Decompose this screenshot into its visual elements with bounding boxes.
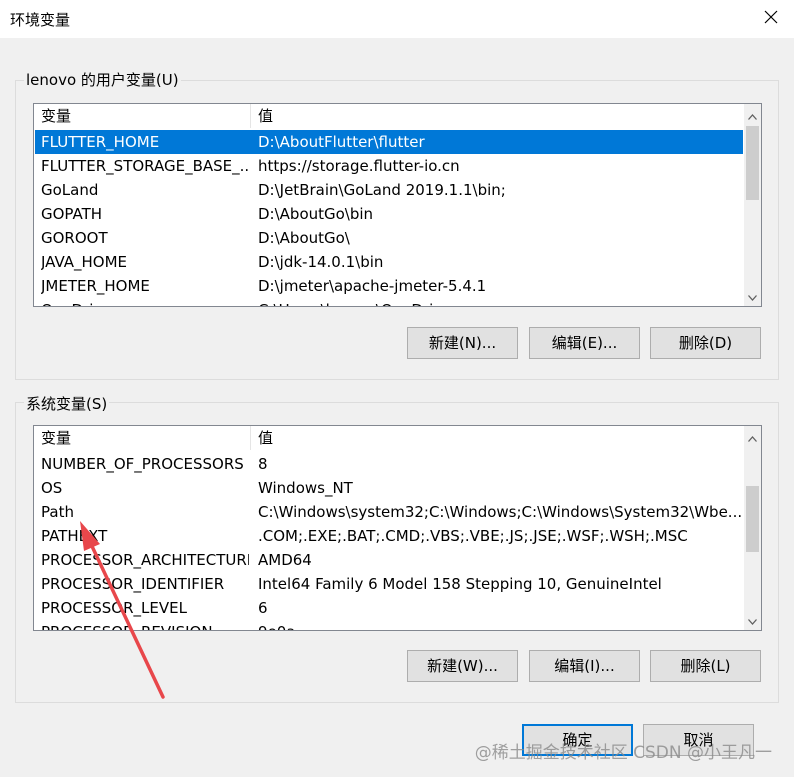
column-header-value[interactable]: 值 [251,426,741,450]
variable-value: D:\AboutGo\ [258,229,350,247]
variable-value: D:\jmeter\apache-jmeter-5.4.1 [258,277,487,295]
scroll-down-button[interactable] [744,287,761,304]
variable-value: AMD64 [258,551,312,569]
table-row[interactable]: JMETER_HOME D:\jmeter\apache-jmeter-5.4.… [35,274,743,298]
variable-name: OS [41,479,63,497]
close-button[interactable] [748,0,794,38]
scrollbar-thumb[interactable] [746,486,759,552]
variable-value: https://storage.flutter-io.cn [258,157,460,175]
table-row[interactable]: GOPATH D:\AboutGo\bin [35,202,743,226]
chevron-up-icon [748,106,757,124]
table-row[interactable]: NUMBER_OF_PROCESSORS 8 [35,452,743,476]
chevron-up-icon [748,428,757,446]
variable-name: GOPATH [41,205,103,223]
variable-value: D:\AboutFlutter\flutter [258,133,425,151]
variable-name: Path [41,503,74,521]
chevron-down-icon [748,611,757,629]
watermark: @稀土掘金技术社区 CSDN @小王凡一 [474,743,772,763]
variable-value: 6 [258,599,268,617]
variable-name: JAVA_HOME [41,253,128,271]
variable-name: GoLand [41,181,99,199]
variable-name: PROCESSOR_IDENTIFIER [41,575,225,593]
variable-value: D:\jdk-14.0.1\bin [258,253,384,271]
user-variables-list[interactable]: 变量 值 FLUTTER_HOME D:\AboutFlutter\flutte… [33,103,762,307]
scrollbar-thumb[interactable] [746,126,759,200]
list-header: 变量 值 [34,104,744,128]
user-edit-button[interactable]: 编辑(E)... [529,327,640,359]
user-new-button[interactable]: 新建(N)... [407,327,518,359]
table-row[interactable]: GoLand D:\JetBrain\GoLand 2019.1.1\bin; [35,178,743,202]
table-row[interactable]: PATHEXT .COM;.EXE;.BAT;.CMD;.VBS;.VBE;.J… [35,524,743,548]
variable-value: Intel64 Family 6 Model 158 Stepping 10, … [258,575,662,593]
variable-name: PROCESSOR_REVISION [41,620,249,630]
variable-name: PROCESSOR_LEVEL [41,599,187,617]
table-row[interactable]: PROCESSOR_ARCHITECTURE AMD64 [35,548,743,572]
variable-name: PROCESSOR_ARCHITECTURE [41,551,249,569]
table-row[interactable]: PROCESSOR_REVISION 9e0a [35,620,743,630]
variable-name: OneDrive [41,298,249,306]
variable-name: PATHEXT [41,527,108,545]
title-bar: 环境变量 [0,0,794,38]
vertical-scrollbar[interactable] [744,426,761,630]
variable-name: GOROOT [41,229,108,247]
variable-value: D:\JetBrain\GoLand 2019.1.1\bin; [258,181,506,199]
table-row[interactable]: JAVA_HOME D:\jdk-14.0.1\bin [35,250,743,274]
system-delete-button[interactable]: 删除(L) [650,650,761,682]
column-header-value[interactable]: 值 [251,104,741,128]
user-variables-label: lenovo 的用户变量(U) [24,69,181,90]
list-header: 变量 值 [34,426,744,450]
column-header-name[interactable]: 变量 [34,104,250,128]
table-row[interactable]: PROCESSOR_LEVEL 6 [35,596,743,620]
variable-value: D:\AboutGo\bin [258,205,374,223]
variable-value: C:\Windows\system32;C:\Windows;C:\Window… [258,503,743,521]
chevron-down-icon [748,287,757,305]
scroll-up-button[interactable] [744,106,761,123]
table-row[interactable]: OneDrive C:\Users\lenovo\OneDrive [35,298,743,306]
variable-value: 9e0a [258,620,743,630]
table-row[interactable]: OS Windows_NT [35,476,743,500]
scroll-down-button[interactable] [744,611,761,628]
table-row[interactable]: GOROOT D:\AboutGo\ [35,226,743,250]
scroll-up-button[interactable] [744,428,761,445]
variable-value: 8 [258,455,268,473]
window-title: 环境变量 [10,11,71,29]
variable-name: FLUTTER_HOME [41,133,160,151]
table-row[interactable]: PROCESSOR_IDENTIFIER Intel64 Family 6 Mo… [35,572,743,596]
close-icon [764,10,778,28]
variable-value: Windows_NT [258,479,353,497]
system-variables-list[interactable]: 变量 值 NUMBER_OF_PROCESSORS 8 OS Windows_N… [33,425,762,631]
column-header-name[interactable]: 变量 [34,426,250,450]
system-edit-button[interactable]: 编辑(I)... [529,650,640,682]
variable-name: FLUTTER_STORAGE_BASE_... [41,157,249,175]
variable-name: NUMBER_OF_PROCESSORS [41,455,244,473]
system-variables-label: 系统变量(S) [24,393,110,414]
variable-value: .COM;.EXE;.BAT;.CMD;.VBS;.VBE;.JS;.JSE;.… [258,527,688,545]
variable-value: C:\Users\lenovo\OneDrive [258,298,743,306]
system-new-button[interactable]: 新建(W)... [407,650,518,682]
table-row[interactable]: FLUTTER_STORAGE_BASE_... https://storage… [35,154,743,178]
table-row[interactable]: FLUTTER_HOME D:\AboutFlutter\flutter [35,130,743,154]
user-delete-button[interactable]: 删除(D) [650,327,761,359]
table-row[interactable]: Path C:\Windows\system32;C:\Windows;C:\W… [35,500,743,524]
variable-name: JMETER_HOME [41,277,150,295]
vertical-scrollbar[interactable] [744,104,761,306]
